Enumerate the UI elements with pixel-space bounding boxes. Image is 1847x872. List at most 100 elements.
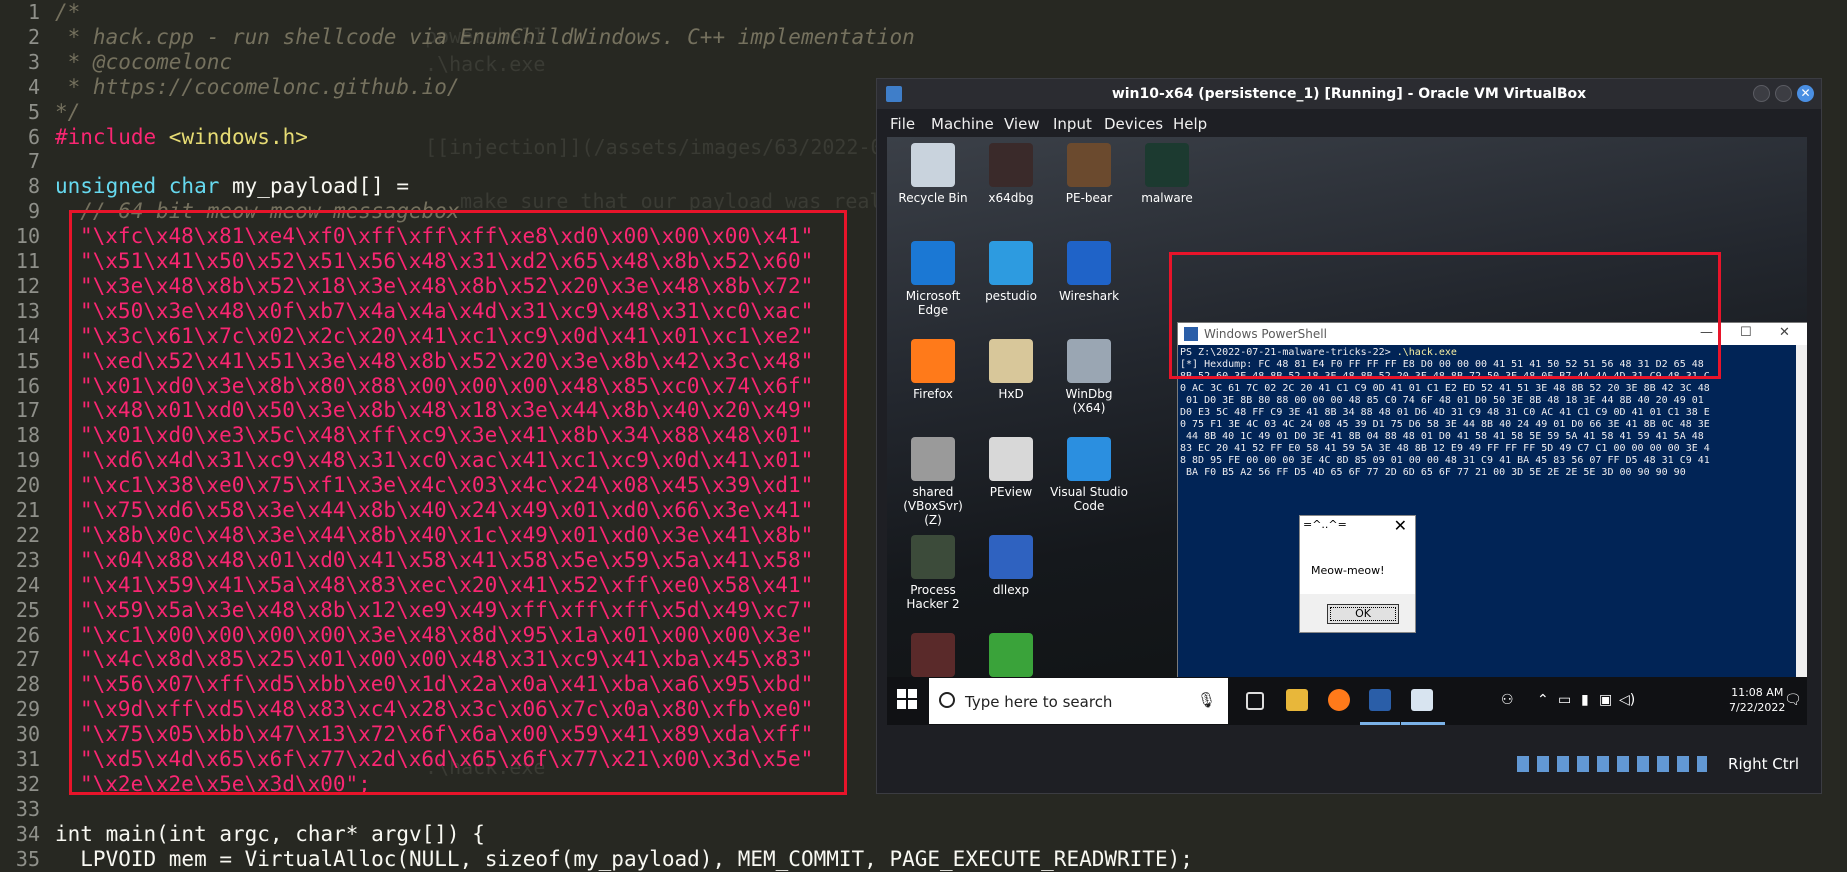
desktop-icon[interactable]: dllexp [972, 535, 1050, 597]
desktop-icon[interactable]: shared (VBoxSvr) (Z) [894, 437, 972, 527]
ok-button[interactable]: OK [1327, 604, 1399, 624]
close-button[interactable]: ✕ [1797, 85, 1814, 102]
app-icon [911, 535, 955, 579]
code-text: int main(int argc, char* argv[]) { [55, 821, 485, 846]
powershell-window[interactable]: Windows PowerShell — ☐ ✕ PS Z:\2022-07-2… [1177, 322, 1807, 725]
code-line[interactable]: 3 * @cocomelonc [0, 50, 1847, 75]
task-view-icon[interactable] [1246, 692, 1264, 710]
network-icon[interactable]: ▭ [1558, 692, 1571, 708]
message-box[interactable]: =^..^= ✕ Meow-meow! OK [1299, 515, 1416, 633]
code-line[interactable]: 34 int main(int argc, char* argv[]) { [0, 822, 1847, 847]
desktop-icon[interactable]: malware [1128, 143, 1206, 205]
ps-scrollbar[interactable] [1796, 345, 1807, 725]
app-icon [1067, 241, 1111, 285]
maximize-button[interactable] [1775, 85, 1792, 102]
code-text: /* [55, 0, 81, 24]
windows-start-icon[interactable] [897, 689, 917, 709]
line-number: 33 [15, 796, 40, 821]
menu-input[interactable]: Input [1053, 115, 1092, 133]
app-icon [911, 339, 955, 383]
chevron-up-icon[interactable]: ⌃ [1537, 692, 1549, 708]
desktop-icon[interactable]: PEview [972, 437, 1050, 499]
battery-icon[interactable]: ▮ [1581, 692, 1589, 708]
console-output-line: 0 75 F1 3E 4C 03 4C 24 08 45 39 D1 75 D6… [1180, 419, 1710, 430]
search-icon [939, 692, 955, 708]
desktop-icon[interactable]: WinDbg (X64) [1050, 339, 1128, 415]
line-number: 17 [15, 398, 40, 423]
microphone-icon[interactable]: 🎙 [1197, 691, 1216, 709]
app-icon [1145, 143, 1189, 187]
desktop-icon[interactable]: Recycle Bin [894, 143, 972, 205]
vbox-status-icons[interactable] [1517, 756, 1707, 772]
code-line[interactable]: 33 [0, 797, 1847, 822]
display-icon[interactable]: ▣ [1599, 692, 1612, 708]
line-number: 2 [27, 24, 40, 49]
people-icon[interactable]: ⚇ [1501, 692, 1514, 708]
app-icon [911, 143, 955, 187]
notifications-icon[interactable]: 🗨 [1784, 692, 1802, 708]
preprocessor-directive: #include [55, 124, 157, 149]
desktop-icon-label: Visual Studio Code [1050, 485, 1128, 513]
desktop-icon[interactable]: PE-bear [1050, 143, 1128, 205]
guest-desktop[interactable]: Recycle Bin x64dbg PE-bear malware Microsoft… [887, 137, 1807, 725]
desktop-icon[interactable]: Visual Studio Code [1050, 437, 1128, 513]
windows-taskbar: Type here to search 🎙 ⚇ ⌃ ▭ ▮ ▣ ◁) 11:08… [887, 677, 1807, 725]
line-number: 10 [15, 224, 40, 249]
line-number: 9 [27, 199, 40, 224]
line-number: 16 [15, 373, 40, 398]
line-number: 25 [15, 597, 40, 622]
file-explorer-icon[interactable] [1286, 689, 1308, 711]
firefox-taskbar-icon[interactable] [1328, 689, 1350, 711]
desktop-icon[interactable]: Microsoft Edge [894, 241, 972, 317]
powershell-taskbar-icon[interactable] [1369, 689, 1391, 711]
desktop-icon[interactable]: Wireshark [1050, 241, 1128, 303]
line-number: 30 [15, 722, 40, 747]
messagebox-close-icon[interactable]: ✕ [1394, 516, 1407, 535]
line-number: 32 [15, 771, 40, 796]
app-icon [1067, 437, 1111, 481]
vbox-titlebar[interactable]: win10-x64 (persistence_1) [Running] - Or… [877, 79, 1821, 109]
code-text: * @cocomelonc [55, 49, 233, 74]
app-icon [989, 535, 1033, 579]
code-text: * https://cocomelonc.github.io/ [55, 74, 460, 99]
line-number: 4 [27, 74, 40, 99]
menu-view[interactable]: View [1004, 115, 1040, 133]
app-icon [1067, 339, 1111, 383]
minimize-button[interactable] [1753, 85, 1770, 102]
app-icon [989, 143, 1033, 187]
menu-machine[interactable]: Machine [931, 115, 994, 133]
taskbar-clock[interactable]: 11:08 AM 7/22/2022 [1729, 685, 1785, 715]
powershell-console[interactable]: PS Z:\2022-07-21-malware-tricks-22> .\ha… [1180, 347, 1792, 725]
line-number: 1 [27, 0, 40, 24]
console-output-line: 83 EC 20 41 52 FF E0 58 41 59 5A 3E 48 8… [1180, 443, 1710, 454]
desktop-icon[interactable]: x64dbg [972, 143, 1050, 205]
line-number: 22 [15, 522, 40, 547]
line-number: 19 [15, 448, 40, 473]
code-line[interactable]: 2 * hack.cpp - run shellcode via EnumChi… [0, 25, 1847, 50]
taskbar-search-box[interactable]: Type here to search 🎙 [929, 678, 1228, 724]
clock-time: 11:08 AM [1731, 686, 1784, 699]
line-number: 12 [15, 273, 40, 298]
code-line[interactable]: 35 LPVOID mem = VirtualAlloc(NULL, sizeo… [0, 847, 1847, 872]
desktop-icon[interactable]: Firefox [894, 339, 972, 401]
app-taskbar-icon[interactable] [1411, 689, 1433, 711]
desktop-icon[interactable]: pestudio [972, 241, 1050, 303]
code-line[interactable]: 1 /* [0, 0, 1847, 25]
volume-icon[interactable]: ◁) [1619, 692, 1635, 708]
desktop-icon[interactable]: HxD [972, 339, 1050, 401]
desktop-icon[interactable]: Process Hacker 2 [894, 535, 972, 611]
desktop-icon-label: Firefox [913, 387, 953, 401]
virtualbox-window[interactable]: win10-x64 (persistence_1) [Running] - Or… [876, 78, 1822, 794]
menu-devices[interactable]: Devices [1104, 115, 1163, 133]
console-output-line: 0 AC 3C 61 7C 02 2C 20 41 C1 C9 0D 41 01… [1180, 383, 1710, 394]
line-number: 35 [15, 846, 40, 871]
ps-maximize-button[interactable]: ☐ [1740, 325, 1752, 340]
console-output-line: 8 8D 95 FE 00 00 00 3E 4C 8D 85 09 01 00… [1180, 455, 1710, 466]
menu-file[interactable]: File [890, 115, 915, 133]
app-icon [911, 241, 955, 285]
menu-help[interactable]: Help [1173, 115, 1207, 133]
desktop-icon-label: Recycle Bin [898, 191, 968, 205]
ps-close-button[interactable]: ✕ [1779, 325, 1790, 340]
hexdump-highlight-box [1169, 252, 1721, 379]
desktop-icon-label: x64dbg [988, 191, 1034, 205]
